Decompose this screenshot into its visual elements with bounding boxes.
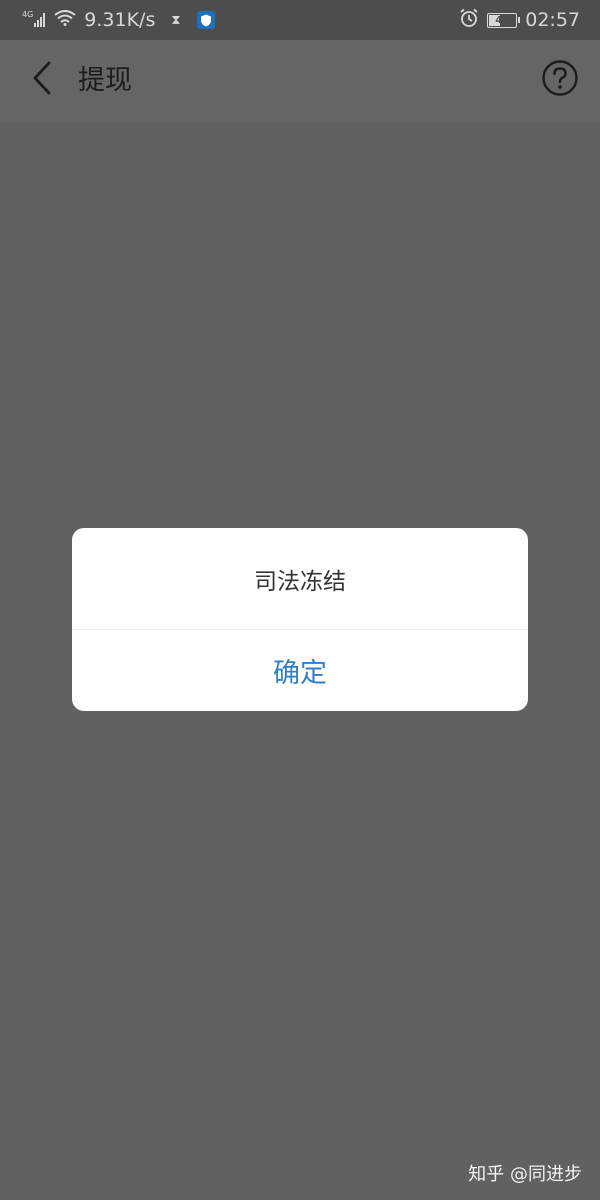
wifi-icon [54, 9, 76, 31]
battery-level: 47 [495, 14, 510, 26]
status-bar-left: 4G 9.31K/s ⧗ [22, 0, 215, 40]
hourglass-icon: ⧗ [171, 12, 181, 28]
page-title: 提现 [78, 65, 132, 96]
status-bar-right: 47 02:57 [459, 0, 580, 40]
dialog-message: 司法冻结 [254, 568, 346, 595]
shield-icon [196, 11, 215, 29]
question-circle-icon [541, 59, 579, 101]
help-button[interactable] [540, 60, 580, 100]
alert-dialog: 司法冻结 确定 [72, 528, 528, 711]
signal-icon [34, 13, 46, 27]
confirm-button[interactable]: 确定 [72, 630, 528, 711]
chevron-left-icon [32, 61, 52, 99]
status-bar: 4G 9.31K/s ⧗ 47 02:57 [0, 0, 600, 40]
watermark: 知乎 @同进步 [468, 1164, 582, 1185]
network-type-label: 4G [22, 9, 34, 19]
battery-icon: 47 [487, 12, 521, 28]
net-speed: 9.31K/s [84, 9, 156, 31]
back-button[interactable] [20, 58, 64, 102]
alarm-icon [459, 8, 479, 33]
clock: 02:57 [525, 9, 580, 31]
app-header: 提现 [0, 40, 600, 122]
